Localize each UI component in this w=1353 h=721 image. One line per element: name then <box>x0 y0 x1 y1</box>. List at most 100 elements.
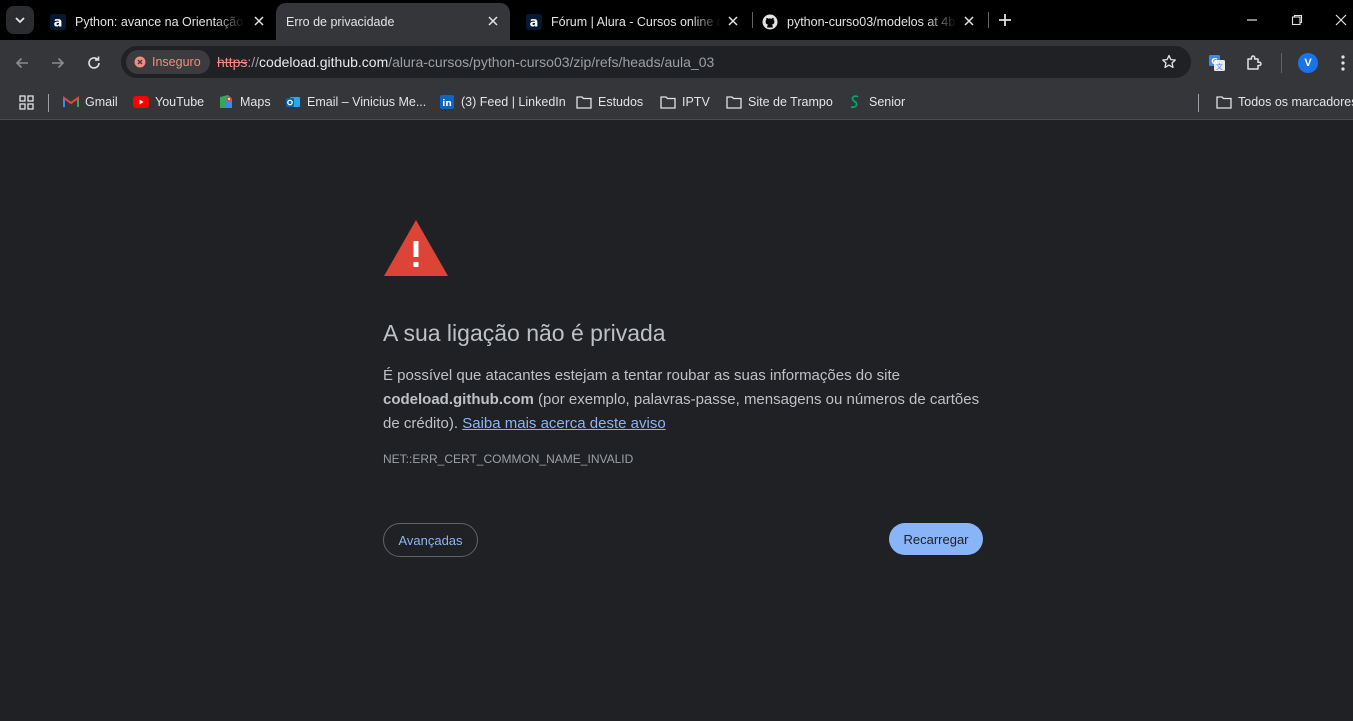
close-icon <box>1335 14 1347 26</box>
bookmark-label: Gmail <box>85 95 118 109</box>
tab-github[interactable]: python-curso03/modelos at 4b8 <box>752 3 986 40</box>
bookmark-linkedin[interactable]: in (3) Feed | LinkedIn <box>439 92 566 112</box>
bookmark-senior[interactable]: Senior <box>847 92 905 112</box>
folder-icon <box>1216 94 1232 110</box>
warning-triangle-icon <box>384 220 448 276</box>
page-title: A sua ligação não é privada <box>383 320 666 346</box>
menu-button[interactable] <box>1331 51 1353 75</box>
bookmark-email[interactable]: Email – Vinicius Me... <box>285 92 426 112</box>
url-host: codeload.github.com <box>259 54 389 70</box>
youtube-icon <box>133 94 149 110</box>
bookmarks-separator <box>48 94 49 112</box>
alura-icon: a <box>50 13 66 30</box>
bookmark-label: Todos os marcadores <box>1238 95 1353 109</box>
reload-page-button[interactable]: Recarregar <box>889 523 983 555</box>
bookmark-folder-estudos[interactable]: Estudos <box>576 92 643 112</box>
explanation-host: codeload.github.com <box>383 391 534 408</box>
extensions-button[interactable] <box>1242 51 1266 75</box>
apps-grid-icon <box>18 94 34 110</box>
plus-icon <box>999 14 1011 26</box>
bookmark-folder-iptv[interactable]: IPTV <box>660 92 710 112</box>
bookmark-star-button[interactable] <box>1159 52 1179 72</box>
reload-icon <box>88 56 100 69</box>
explanation-paragraph: É possível que atacantes estejam a tenta… <box>383 364 983 436</box>
explanation-text: É possível que atacantes estejam a tenta… <box>383 367 900 384</box>
close-icon[interactable] <box>724 12 742 30</box>
not-secure-icon <box>134 56 146 68</box>
tab-separator <box>988 12 989 28</box>
bookmark-maps[interactable]: Maps <box>218 92 271 112</box>
close-icon[interactable] <box>250 12 268 30</box>
bookmarks-bar: Gmail YouTube Maps Email – Vinicius Me..… <box>0 85 1353 120</box>
outlook-icon <box>285 94 301 110</box>
apps-button[interactable] <box>18 92 34 112</box>
tab-title: Fórum | Alura - Cursos online de Tecnolo… <box>551 14 721 29</box>
bookmark-gmail[interactable]: Gmail <box>63 92 118 112</box>
toolbar-divider <box>1281 53 1282 73</box>
tab-strip: a Python: avance na Orientação a Objetos… <box>0 0 1353 40</box>
bookmark-label: Senior <box>869 95 906 109</box>
chevron-down-icon <box>15 17 25 24</box>
address-bar[interactable]: Inseguro https://codeload.github.com/alu… <box>121 46 1191 78</box>
security-chip[interactable]: Inseguro <box>126 50 210 74</box>
bookmark-label: YouTube <box>155 95 205 109</box>
folder-icon <box>660 94 676 110</box>
learn-more-link[interactable]: Saiba mais acerca deste aviso <box>462 415 665 432</box>
back-button[interactable] <box>9 50 35 76</box>
new-tab-button[interactable] <box>994 9 1016 31</box>
translate-icon: G文 <box>1209 55 1225 71</box>
close-icon[interactable] <box>960 12 978 30</box>
tab-title: Erro de privacidade <box>286 14 395 29</box>
toolbar: Inseguro https://codeload.github.com/alu… <box>0 40 1353 85</box>
privacy-error-page: A sua ligação não é privada É possível q… <box>0 121 1353 721</box>
bookmark-label: (3) Feed | LinkedIn <box>461 95 566 109</box>
bookmark-label: IPTV <box>682 95 710 109</box>
url-separator: :// <box>247 54 260 70</box>
more-vertical-icon <box>1341 55 1345 71</box>
url-path: /alura-cursos/python-curso03/zip/refs/he… <box>388 54 715 70</box>
reload-button[interactable] <box>81 50 107 76</box>
advanced-button[interactable]: Avançadas <box>383 523 478 557</box>
google-translate-button[interactable]: G文 <box>1205 51 1229 75</box>
security-label: Inseguro <box>152 55 201 69</box>
bookmarks-separator <box>1198 94 1199 112</box>
close-icon[interactable] <box>484 12 502 30</box>
bookmark-label: Site de Trampo <box>748 95 833 109</box>
url-scheme: https <box>217 54 248 70</box>
minimize-icon <box>1247 19 1257 21</box>
avatar[interactable]: V <box>1298 53 1318 73</box>
arrow-right-icon <box>52 57 65 69</box>
github-icon <box>762 14 778 30</box>
bookmark-label: Email – Vinicius Me... <box>307 95 427 109</box>
forward-button[interactable] <box>45 50 71 76</box>
error-code[interactable]: NET::ERR_CERT_COMMON_NAME_INVALID <box>383 452 633 466</box>
gmail-icon <box>63 94 79 110</box>
tab-title: Python: avance na Orientação a Objetos <box>75 14 245 29</box>
bookmark-youtube[interactable]: YouTube <box>133 92 204 112</box>
tab-title: python-curso03/modelos at 4b8 <box>787 14 957 29</box>
tab-forum-alura[interactable]: a Fórum | Alura - Cursos online de Tecno… <box>516 3 750 40</box>
svg-text:in: in <box>442 99 452 109</box>
arrow-left-icon <box>15 57 28 69</box>
minimize-button[interactable] <box>1240 8 1264 32</box>
bookmark-folder-site-de-trampo[interactable]: Site de Trampo <box>726 92 833 112</box>
tab-privacy-error[interactable]: Erro de privacidade <box>276 3 510 40</box>
restore-button[interactable] <box>1285 8 1309 32</box>
all-bookmarks-folder[interactable]: Todos os marcadores <box>1216 92 1353 112</box>
alura-icon: a <box>526 13 542 30</box>
puzzle-icon <box>1247 55 1262 70</box>
url-text[interactable]: https://codeload.github.com/alura-cursos… <box>217 54 714 70</box>
senior-icon <box>847 94 863 110</box>
svg-text:a: a <box>530 15 539 30</box>
tab-search-button[interactable] <box>6 6 34 34</box>
bookmark-label: Maps <box>240 95 271 109</box>
svg-text:a: a <box>54 15 63 30</box>
restore-icon <box>1291 14 1303 26</box>
bookmark-label: Estudos <box>598 95 644 109</box>
linkedin-icon: in <box>439 94 455 110</box>
svg-text:文: 文 <box>1216 62 1223 71</box>
folder-icon <box>576 94 592 110</box>
maps-icon <box>218 94 234 110</box>
tab-python-oo[interactable]: a Python: avance na Orientação a Objetos <box>40 3 276 40</box>
close-window-button[interactable] <box>1329 8 1353 32</box>
